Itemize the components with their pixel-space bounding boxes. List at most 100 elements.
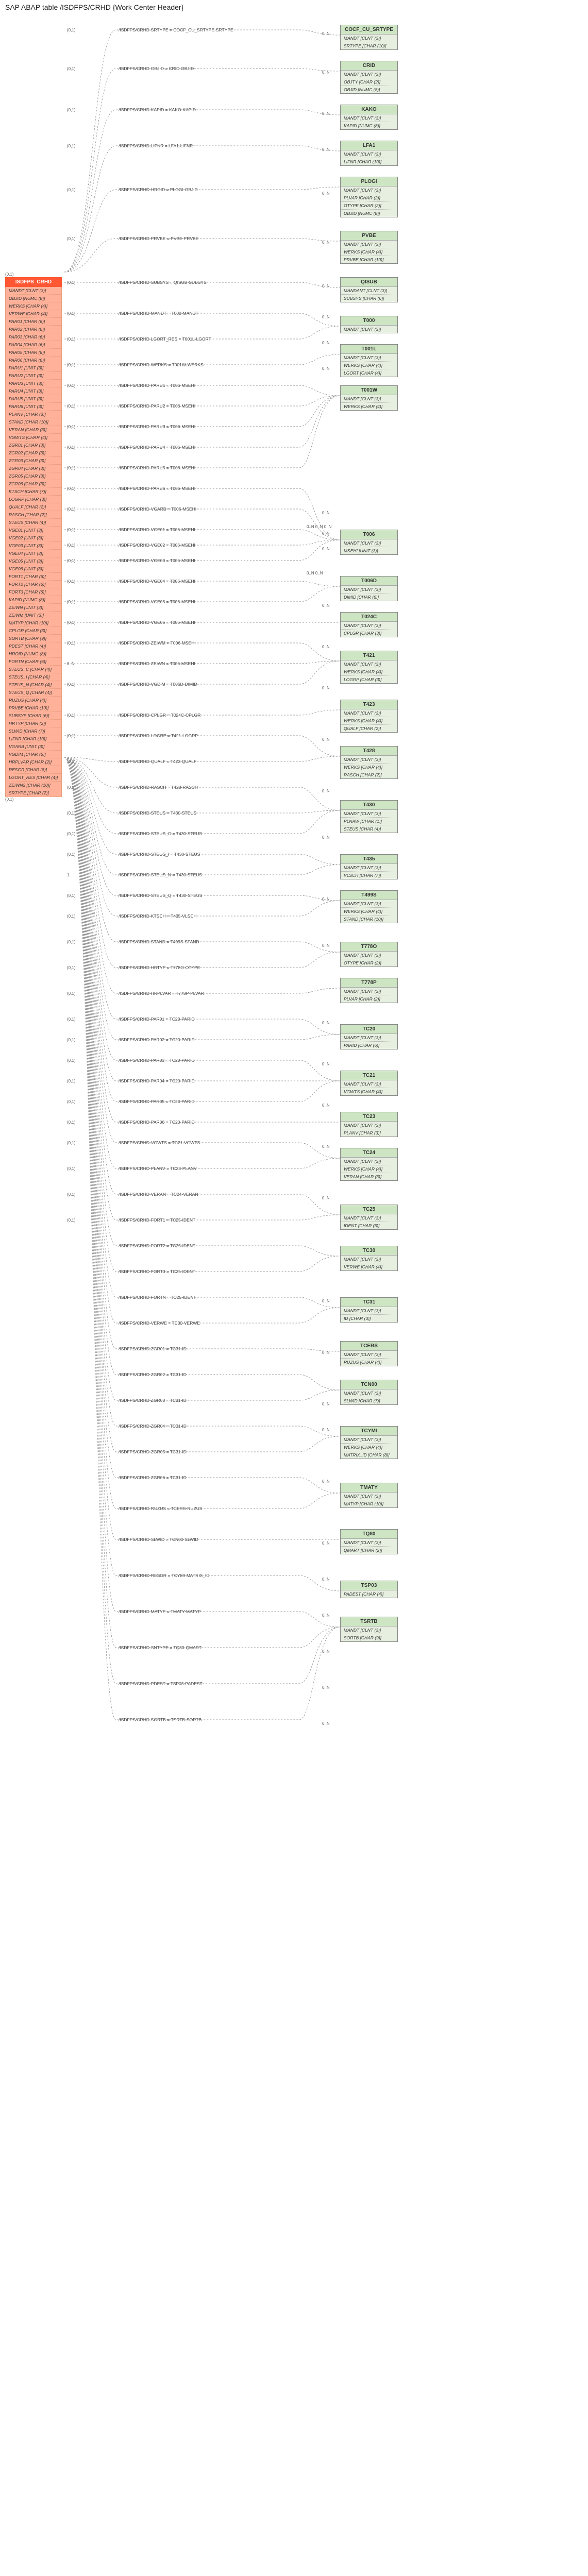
left-edge-mult: 0..N <box>67 662 75 666</box>
edge-label: /ISDFPS/CRHD-PAR05 = TC20-PARID <box>119 1099 195 1104</box>
edge-path <box>64 757 340 1040</box>
edge-label: /ISDFPS/CRHD-PAR01 = TC20-PARID <box>119 1016 195 1022</box>
right-table-header: TSRTB <box>341 1617 397 1626</box>
edges-svg <box>0 14 588 2576</box>
edge-mult: 0..N <box>322 789 330 793</box>
right-table-header: T006D <box>341 577 397 586</box>
left-edge-mult: (0,1) <box>67 965 75 970</box>
right-table-header: LFA1 <box>341 141 397 150</box>
right-field-row: SORTB [CHAR (9)] <box>341 1634 397 1641</box>
edge-path <box>64 757 340 1323</box>
right-table-header: TCYMI <box>341 1427 397 1436</box>
left-edge-mult: (0,1) <box>67 940 75 944</box>
edge-label: /ISDFPS/CRHD-FORTN = TC25-IDENT <box>119 1295 196 1300</box>
edge-path <box>64 757 340 1539</box>
left-field-row: LIFNR [CHAR (10)] <box>5 735 62 743</box>
right-field-row: STAND [CHAR (10)] <box>341 916 397 923</box>
edge-mult: 0..N <box>322 1062 330 1066</box>
left-field-row: PLANV [CHAR (3)] <box>5 411 62 418</box>
edge-path <box>64 757 340 865</box>
left-field-row: KAPID [NUMC (8)] <box>5 596 62 604</box>
right-field-row: MANDANT [CLNT (3)] <box>341 287 397 295</box>
edge-label: /ISDFPS/CRHD-ZGR01 = TC31-ID <box>119 1346 187 1351</box>
left-field-row: VGE01 [UNIT (3)] <box>5 527 62 534</box>
left-edge-mult: (0,1) <box>67 734 75 738</box>
edge-label: /ISDFPS/CRHD-ZGR02 = TC31-ID <box>119 1372 187 1377</box>
right-table-header: T001W <box>341 386 397 395</box>
edge-path <box>64 581 340 586</box>
right-field-row: PLANV [CHAR (3)] <box>341 1129 397 1137</box>
left-edge-mult: (0,1) <box>67 558 75 563</box>
edge-mult: 0..N <box>322 1479 330 1484</box>
right-table-box: TCYMIMANDT [CLNT (3)]WERKS [CHAR (4)]MAT… <box>340 1426 398 1459</box>
right-table-header: TC30 <box>341 1246 397 1256</box>
left-field-row: ZGR02 [CHAR (3)] <box>5 449 62 457</box>
left-edge-mult: (0,1) <box>67 1120 75 1125</box>
left-field-row: RASCH [CHAR (2)] <box>5 511 62 519</box>
left-edge-mult: (0,1) <box>67 785 75 790</box>
left-edge-mult: (0,1) <box>67 144 75 148</box>
edge-label: /ISDFPS/CRHD-STEUS = T430-STEUS <box>119 810 196 816</box>
right-field-row: QMART [CHAR (2)] <box>341 1547 397 1554</box>
edge-mult: 0..N <box>322 111 330 116</box>
edge-label: /ISDFPS/CRHD-STEUS_Q = T430-STEUS <box>119 893 203 898</box>
left-field-row: PDEST [CHAR (4)] <box>5 642 62 650</box>
right-field-row: STEUS [CHAR (4)] <box>341 825 397 833</box>
edge-label: /ISDFPS/CRHD-RUZUS = TCERS-RUZUS <box>119 1506 203 1511</box>
left-field-row: SORTB [CHAR (9)] <box>5 635 62 642</box>
right-field-row: VERWE [CHAR (4)] <box>341 1263 397 1270</box>
left-field-row: PARU5 [UNIT (3)] <box>5 395 62 403</box>
left-field-row: FORT1 [CHAR (6)] <box>5 573 62 581</box>
right-field-row: MANDT [CLNT (3)] <box>341 1158 397 1165</box>
edge-mult: 0..N <box>322 191 330 196</box>
right-field-row: MANDT [CLNT (3)] <box>341 1256 397 1263</box>
right-table-box: TSRTBMANDT [CLNT (3)]SORTB [CHAR (9)] <box>340 1617 398 1642</box>
edge-path <box>64 757 340 1452</box>
right-field-row: WERKS [CHAR (4)] <box>341 362 397 369</box>
right-table-header: T778O <box>341 942 397 952</box>
left-edge-mult: (0,1) <box>67 600 75 604</box>
right-table-box: T423MANDT [CLNT (3)]WERKS [CHAR (4)]QUAL… <box>340 700 398 733</box>
right-table-header: T435 <box>341 855 397 864</box>
edge-path <box>64 757 340 813</box>
edge-path <box>64 757 340 1509</box>
edge-path <box>64 757 340 1081</box>
left-edge-mult: (0,1) <box>67 66 75 71</box>
edge-label: /ISDFPS/CRHD-MATYP = TMATY-MATYP <box>119 1609 201 1614</box>
right-field-row: LIFNR [CHAR (10)] <box>341 158 397 165</box>
edge-label: /ISDFPS/CRHD-STEUS_C = T430-STEUS <box>119 831 202 836</box>
edge-mult: 0..N <box>322 737 330 742</box>
right-field-row: MSEHI [UNIT (3)] <box>341 547 397 554</box>
edge-label: /ISDFPS/CRHD-LGORT_RES = T001L-LGORT <box>119 336 211 342</box>
right-table-box: T428MANDT [CLNT (3)]WERKS [CHAR (4)]RASC… <box>340 746 398 779</box>
edge-label: /ISDFPS/CRHD-PAR06 = TC20-PARID <box>119 1120 195 1125</box>
right-table-header: TC23 <box>341 1112 397 1122</box>
left-edge-mult: (0,1) <box>67 311 75 316</box>
left-edge-mult: (0,1) <box>67 682 75 687</box>
left-field-row: VGE03 [UNIT (3)] <box>5 542 62 550</box>
right-field-row: WERKS [CHAR (4)] <box>341 908 397 916</box>
right-field-row: OBJID [NUMC (8)] <box>341 210 397 217</box>
edge-path <box>64 757 340 875</box>
edge-mult: 0..N <box>322 1350 330 1355</box>
right-table-box: TCERSMANDT [CLNT (3)]RUZUS [CHAR (4)] <box>340 1341 398 1366</box>
edge-label: /ISDFPS/CRHD-SUBSYS = QISUB-SUBSYS <box>119 280 207 285</box>
edge-path <box>64 757 340 968</box>
right-field-row: WERKS [CHAR (4)] <box>341 764 397 771</box>
edge-label: /ISDFPS/CRHD-QUALF = T423-QUALF <box>119 759 196 764</box>
edge-path <box>64 757 340 1400</box>
edge-label: /ISDFPS/CRHD-SORTB = TSRTB-SORTB <box>119 1717 201 1722</box>
right-table-header: COCF_CU_SRTYPE <box>341 25 397 35</box>
left-edge-mult: (0,1) <box>67 445 75 450</box>
right-field-row: MANDT [CLNT (3)] <box>341 326 397 333</box>
right-table-box: T778OMANDT [CLNT (3)]OTYPE [CHAR (2)] <box>340 942 398 967</box>
left-field-row: QUALF [CHAR (2)] <box>5 503 62 511</box>
right-field-row: PLVAR [CHAR (2)] <box>341 194 397 202</box>
edge-path <box>64 757 340 1627</box>
left-edge-mult: (0,1) <box>67 1166 75 1171</box>
right-table-header: T430 <box>341 801 397 810</box>
left-field-row: WERKS [CHAR (4)] <box>5 302 62 310</box>
edge-mult: 0..N <box>322 547 330 551</box>
right-table-header: TC31 <box>341 1298 397 1307</box>
right-field-row: SUBSYS [CHAR (6)] <box>341 295 397 302</box>
